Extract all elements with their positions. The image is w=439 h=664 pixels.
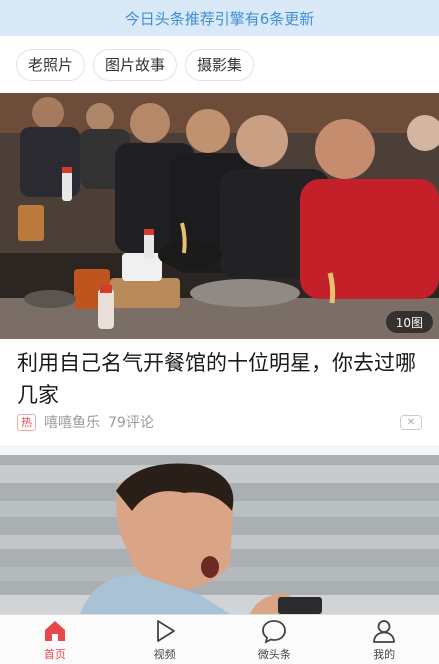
bottom-tab-bar: 首页 视频 微头条 我的 xyxy=(0,614,439,664)
dislike-close-button[interactable]: ✕ xyxy=(400,415,422,430)
tab-profile-label: 我的 xyxy=(373,647,396,661)
photo-count-text: 10图 xyxy=(395,315,423,330)
article-title[interactable]: 利用自己名气开餐馆的十位明星，你去过哪几家 xyxy=(0,339,439,411)
person-icon xyxy=(373,619,396,643)
article-photo[interactable]: 10图 xyxy=(0,93,439,339)
close-icon: ✕ xyxy=(406,417,416,428)
update-banner[interactable]: 今日头条推荐引擎有6条更新 xyxy=(0,0,439,36)
chat-bubble-icon xyxy=(262,619,287,644)
article-source[interactable]: 嘻嘻鱼乐 xyxy=(44,412,100,432)
hot-badge: 热 xyxy=(17,413,36,431)
home-icon xyxy=(44,620,65,641)
article-card-2[interactable] xyxy=(0,455,439,614)
tab-micro-headlines[interactable]: 微头条 xyxy=(220,615,330,664)
tab-home-label: 首页 xyxy=(43,647,66,661)
tab-micro-headlines-label: 微头条 xyxy=(257,647,291,661)
chip-photo-stories[interactable]: 图片故事 xyxy=(93,48,178,81)
tab-video[interactable]: 视频 xyxy=(110,615,220,664)
article-comments: 79评论 xyxy=(108,415,154,431)
article-card[interactable]: 10图 利用自己名气开餐馆的十位明星，你去过哪几家 热 嘻嘻鱼乐 79评论 ✕ xyxy=(0,93,439,445)
tab-profile[interactable]: 我的 xyxy=(329,615,439,664)
photo-count-badge: 10图 xyxy=(385,311,433,333)
chip-photo-collections[interactable]: 摄影集 xyxy=(185,48,255,81)
category-chips: 老照片 图片故事 摄影集 xyxy=(0,36,439,93)
tab-video-label: 视频 xyxy=(153,647,176,661)
article-photo-2 xyxy=(0,455,439,614)
chip-old-photos[interactable]: 老照片 xyxy=(16,48,86,81)
restaurant-photo-illustration xyxy=(0,93,439,339)
article-meta: 热 嘻嘻鱼乐 79评论 xyxy=(17,412,154,432)
tab-home[interactable]: 首页 xyxy=(0,615,110,664)
update-banner-text: 今日头条推荐引擎有6条更新 xyxy=(124,9,315,28)
play-icon xyxy=(156,619,175,642)
